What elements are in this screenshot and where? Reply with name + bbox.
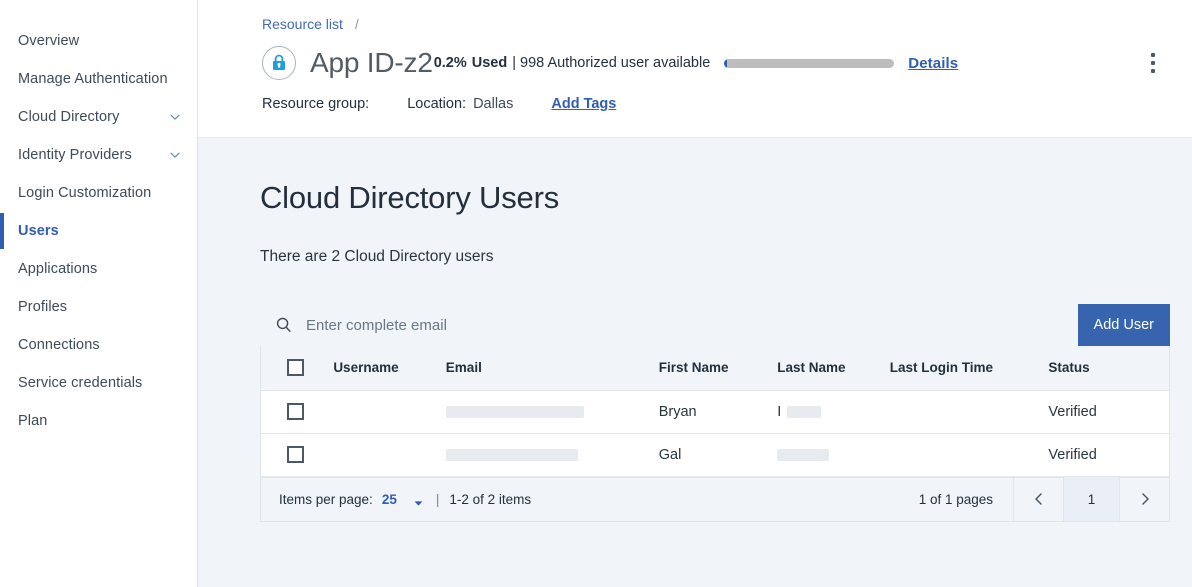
location-label: Location: xyxy=(407,96,467,112)
items-per-page-label: Items per page: xyxy=(279,491,373,507)
main-area: Resource list / App ID-z2 0.2% Used | 99… xyxy=(198,0,1192,587)
cell-status: Verified xyxy=(1048,433,1169,477)
table-header-last-name[interactable]: Last Name xyxy=(777,346,890,391)
redacted-email xyxy=(445,405,584,418)
breadcrumb-separator: / xyxy=(354,16,359,32)
sidebar-item-users[interactable]: Users xyxy=(0,212,197,250)
pagination-current-page[interactable]: 1 xyxy=(1063,477,1119,521)
table-pagination: Items per page: 25 | 1-2 of 2 items 1 of… xyxy=(261,476,1169,521)
pagination-pages-text: 1 of 1 pages xyxy=(918,491,993,507)
pagination-divider: | xyxy=(435,491,440,507)
table-row[interactable]: Bryan I Verified xyxy=(261,390,1169,434)
sidebar-item-label: Login Customization xyxy=(18,185,152,201)
row-select-checkbox[interactable] xyxy=(287,446,304,463)
sidebar-item-identity-providers[interactable]: Identity Providers xyxy=(0,136,197,174)
breadcrumb-link-resource-list[interactable]: Resource list xyxy=(262,16,343,32)
cell-last-name: I xyxy=(777,390,890,434)
table-header-status[interactable]: Status xyxy=(1048,346,1169,391)
redacted-last-name xyxy=(777,448,830,461)
select-all-checkbox[interactable] xyxy=(287,359,304,377)
table-header-email[interactable]: Email xyxy=(445,346,659,391)
redacted-email xyxy=(445,448,578,461)
cell-email xyxy=(445,433,659,477)
content-area: Cloud Directory Users There are 2 Cloud … xyxy=(198,138,1192,522)
add-user-button[interactable]: Add User xyxy=(1077,304,1170,346)
cell-first-name: Gal xyxy=(658,433,778,477)
chevron-right-icon[interactable] xyxy=(1119,477,1169,521)
usage-progress-bar xyxy=(724,58,895,68)
usage-detail-text: | 998 Authorized user available xyxy=(512,55,711,71)
breadcrumb: Resource list / xyxy=(262,14,1170,34)
search-icon xyxy=(274,315,294,335)
sidebar-item-manage-authentication[interactable]: Manage Authentication xyxy=(0,60,197,98)
kebab-menu-icon[interactable] xyxy=(1136,46,1170,80)
lock-shield-icon xyxy=(262,46,296,80)
search-bar xyxy=(260,304,1066,346)
sidebar-item-label: Users xyxy=(18,223,59,239)
sidebar-item-connections[interactable]: Connections xyxy=(0,326,197,364)
pagination-range-text: 1-2 of 2 items xyxy=(449,491,532,507)
chevron-down-icon[interactable] xyxy=(169,111,181,123)
sidebar-item-plan[interactable]: Plan xyxy=(0,402,197,440)
search-input[interactable] xyxy=(306,304,1066,346)
sidebar-item-applications[interactable]: Applications xyxy=(0,250,197,288)
sidebar-item-label: Service credentials xyxy=(18,375,143,391)
cell-username xyxy=(333,390,446,434)
caret-down-icon[interactable] xyxy=(413,497,424,508)
table-header-select-all xyxy=(261,346,334,391)
resource-group-label: Resource group: xyxy=(262,96,370,112)
cell-last-login-time xyxy=(889,433,1049,477)
table-header-row: Username Email First Name Last Name Last… xyxy=(261,346,1169,391)
row-checkbox-cell xyxy=(261,390,334,434)
sidebar-item-cloud-directory[interactable]: Cloud Directory xyxy=(0,98,197,136)
sidebar-item-label: Identity Providers xyxy=(18,147,132,163)
sidebar: Overview Manage Authentication Cloud Dir… xyxy=(0,0,198,587)
sidebar-item-login-customization[interactable]: Login Customization xyxy=(0,174,197,212)
page-subtitle: There are 2 Cloud Directory users xyxy=(260,248,494,265)
cell-username xyxy=(333,433,446,477)
chevron-down-icon[interactable] xyxy=(169,149,181,161)
sidebar-item-label: Applications xyxy=(18,261,98,277)
add-tags-link[interactable]: Add Tags xyxy=(551,96,616,112)
page-app-title: App ID-z2 xyxy=(310,47,433,78)
row-select-checkbox[interactable] xyxy=(287,403,304,420)
resource-title-row: App ID-z2 0.2% Used | 998 Authorized use… xyxy=(262,46,1170,80)
sidebar-item-label: Profiles xyxy=(18,299,68,315)
sidebar-item-label: Connections xyxy=(18,337,100,353)
chevron-left-icon[interactable] xyxy=(1013,477,1063,521)
cell-last-login-time xyxy=(889,390,1049,434)
usage-percent: 0.2% xyxy=(433,55,467,71)
page-title: Cloud Directory Users xyxy=(260,180,559,215)
details-link[interactable]: Details xyxy=(908,55,958,72)
last-name-initial: I xyxy=(777,403,782,420)
resource-header: Resource list / App ID-z2 0.2% Used | 99… xyxy=(198,0,1192,138)
table-header-first-name[interactable]: First Name xyxy=(658,346,778,391)
users-table-card: Username Email First Name Last Name Last… xyxy=(260,346,1170,522)
sidebar-item-label: Overview xyxy=(18,33,80,49)
row-checkbox-cell xyxy=(261,433,334,477)
usage-used-label: Used xyxy=(471,55,508,71)
sidebar-item-profiles[interactable]: Profiles xyxy=(0,288,197,326)
table-header-last-login-time[interactable]: Last Login Time xyxy=(889,346,1049,391)
sidebar-item-overview[interactable]: Overview xyxy=(0,22,197,60)
redacted-last-name xyxy=(787,405,822,418)
table-header-username[interactable]: Username xyxy=(333,346,446,391)
location-value: Dallas xyxy=(473,96,514,112)
cell-status: Verified xyxy=(1048,390,1169,434)
users-table: Username Email First Name Last Name Last… xyxy=(261,346,1169,477)
cell-email xyxy=(445,390,659,434)
app-root: Overview Manage Authentication Cloud Dir… xyxy=(0,0,1192,587)
cell-first-name: Bryan xyxy=(658,390,778,434)
sidebar-item-label: Cloud Directory xyxy=(18,109,120,125)
table-toolbar: Add User xyxy=(260,304,1170,346)
sidebar-item-service-credentials[interactable]: Service credentials xyxy=(0,364,197,402)
cell-last-name xyxy=(777,433,890,477)
sidebar-item-label: Manage Authentication xyxy=(18,71,168,87)
sidebar-item-label: Plan xyxy=(18,413,48,429)
table-row[interactable]: Gal Verified xyxy=(261,433,1169,477)
resource-meta-row: Resource group: Location: Dallas Add Tag… xyxy=(262,96,1170,112)
items-per-page-value[interactable]: 25 xyxy=(382,492,397,507)
